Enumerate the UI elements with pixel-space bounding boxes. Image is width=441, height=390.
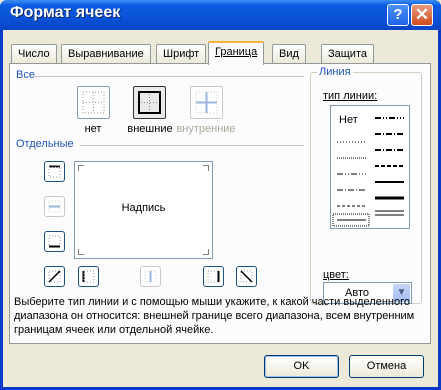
preview-corner-mark [78,165,84,171]
border-bottom-icon [48,235,61,248]
line-style-label: тип линии: [323,90,378,102]
tab-protection[interactable]: Защита [321,44,374,63]
preview-corner-mark [203,249,209,255]
help-button[interactable]: ? [387,4,409,26]
border-left-button[interactable] [78,266,99,287]
help-description: Выберите тип линии и с помощью мыши укаж… [14,296,415,336]
tab-alignment[interactable]: Выравнивание [61,44,151,63]
tab-font[interactable]: Шрифт [156,44,207,63]
cancel-button[interactable]: Отмена [349,355,424,378]
dialog-window: Формат ячеек ? ✕ Число Выравнивание Шриф… [0,0,441,390]
border-tab-panel: Все нет внешние внутренние Отдельные Над… [9,63,431,344]
border-separator [80,145,304,146]
border-preview[interactable]: Надпись [74,161,213,259]
preset-outline-label: внешние [127,123,173,135]
border-group-label: Отдельные [16,138,74,150]
line-color-label: цвет: [323,269,349,281]
border-inside-icon [195,91,218,114]
border-inside-horizontal-button[interactable] [44,196,65,217]
border-right-icon [207,270,220,283]
ok-button[interactable]: OK [264,355,339,378]
line-style-picker[interactable]: Нет [330,105,410,229]
preview-corner-mark [203,165,209,171]
diagonal-down-icon [240,270,253,283]
tab-border[interactable]: Граница [208,41,265,65]
presets-group-label: Все [16,69,35,81]
border-diagonal-down-button[interactable] [236,266,257,287]
preview-text: Надпись [121,202,166,214]
border-outline-icon [138,91,161,114]
tab-fill[interactable]: Вид [272,44,306,63]
border-inside-horizontal-icon [48,200,61,213]
border-bottom-button[interactable] [44,231,65,252]
preset-none-label: нет [84,123,102,135]
tab-number[interactable]: Число [11,44,57,63]
line-group-label: Линия [317,66,353,78]
dialog-title: Формат ячеек [10,4,121,21]
border-none-icon [82,91,105,114]
border-inside-vertical-button[interactable] [140,266,161,287]
dialog-body: Число Выравнивание Шрифт Граница Вид Защ… [3,30,438,387]
preset-none-button[interactable] [77,86,110,119]
line-styles-swatch [332,117,404,227]
border-left-icon [82,270,95,283]
border-right-button[interactable] [203,266,224,287]
title-bar: Формат ячеек ? ✕ [0,0,441,30]
preset-inside-button[interactable] [190,86,223,119]
border-top-button[interactable] [44,161,65,182]
preset-outline-button[interactable] [133,86,166,119]
preview-corner-mark [78,249,84,255]
border-inside-vertical-icon [144,270,157,283]
close-button[interactable]: ✕ [411,4,433,26]
presets-separator [34,76,304,77]
border-top-icon [48,165,61,178]
diagonal-up-icon [48,270,61,283]
preset-inside-label: внутренние [176,123,236,135]
border-diagonal-up-button[interactable] [44,266,65,287]
